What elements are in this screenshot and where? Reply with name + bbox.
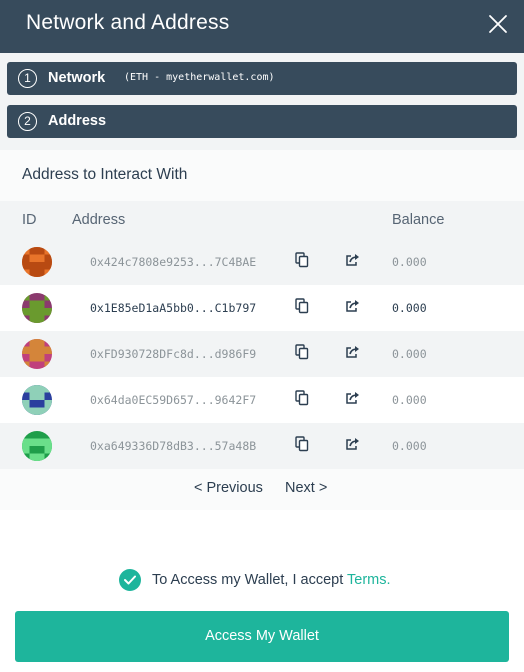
step-number-1: 1 — [18, 69, 37, 88]
terms-link[interactable]: Terms. — [347, 572, 391, 588]
address-text: 0xa649336D78dB3...57a48B — [90, 439, 257, 453]
next-page-button[interactable]: Next > — [285, 480, 327, 496]
modal-title: Network and Address — [26, 11, 230, 34]
copy-icon[interactable] — [295, 436, 309, 452]
column-address: Address — [72, 212, 126, 228]
step-title-network: Network — [48, 70, 106, 86]
copy-icon[interactable] — [295, 298, 309, 314]
copy-icon[interactable] — [295, 344, 309, 360]
column-balance: Balance — [392, 212, 445, 228]
share-icon[interactable] — [345, 437, 360, 451]
address-row[interactable]: 0xFD930728DFc8d...d986F9 0.000 — [0, 331, 524, 377]
step-network[interactable]: 1 Network (ETH - myetherwallet.com) — [7, 62, 517, 95]
previous-page-button[interactable]: < Previous — [194, 480, 263, 496]
address-row[interactable]: 0xa649336D78dB3...57a48B 0.000 — [0, 423, 524, 469]
share-icon[interactable] — [345, 345, 360, 359]
identicon-avatar — [22, 247, 52, 277]
balance-text: 0.000 — [392, 347, 427, 361]
access-wallet-button[interactable]: Access My Wallet — [15, 611, 509, 662]
table-header: ID Address Balance — [0, 201, 524, 239]
address-row[interactable]: 0x424c7808e9253...7C4BAE 0.000 — [0, 239, 524, 285]
identicon-avatar — [22, 339, 52, 369]
share-icon[interactable] — [345, 253, 360, 267]
balance-text: 0.000 — [392, 301, 427, 315]
balance-text: 0.000 — [392, 393, 427, 407]
address-text: 0xFD930728DFc8d...d986F9 — [90, 347, 257, 361]
address-row[interactable]: 0x64da0EC59D657...9642F7 0.000 — [0, 377, 524, 423]
step-network-subtitle: (ETH - myetherwallet.com) — [124, 72, 275, 83]
panel-title: Address to Interact With — [22, 166, 188, 183]
close-icon[interactable] — [486, 12, 510, 36]
step-title-address: Address — [48, 113, 107, 129]
terms-label: To Access my Wallet, I accept — [152, 572, 344, 588]
step-address[interactable]: 2 Address — [7, 105, 517, 138]
balance-text: 0.000 — [392, 255, 427, 269]
address-text: 0x424c7808e9253...7C4BAE — [90, 255, 257, 269]
copy-icon[interactable] — [295, 390, 309, 406]
address-text: 0x1E85eD1aA5bb0...C1b797 — [90, 301, 257, 315]
terms-text: To Access my Wallet, I accept Terms. — [152, 572, 391, 588]
share-icon[interactable] — [345, 299, 360, 313]
copy-icon[interactable] — [295, 252, 309, 268]
address-row[interactable]: 0x1E85eD1aA5bb0...C1b797 0.000 — [0, 285, 524, 331]
checkmark-icon[interactable] — [119, 569, 141, 591]
column-id: ID — [22, 212, 37, 228]
address-text: 0x64da0EC59D657...9642F7 — [90, 393, 257, 407]
share-icon[interactable] — [345, 391, 360, 405]
modal-header: Network and Address — [0, 0, 524, 53]
identicon-avatar — [22, 431, 52, 461]
identicon-avatar — [22, 385, 52, 415]
balance-text: 0.000 — [392, 439, 427, 453]
step-number-2: 2 — [18, 112, 37, 131]
identicon-avatar — [22, 293, 52, 323]
